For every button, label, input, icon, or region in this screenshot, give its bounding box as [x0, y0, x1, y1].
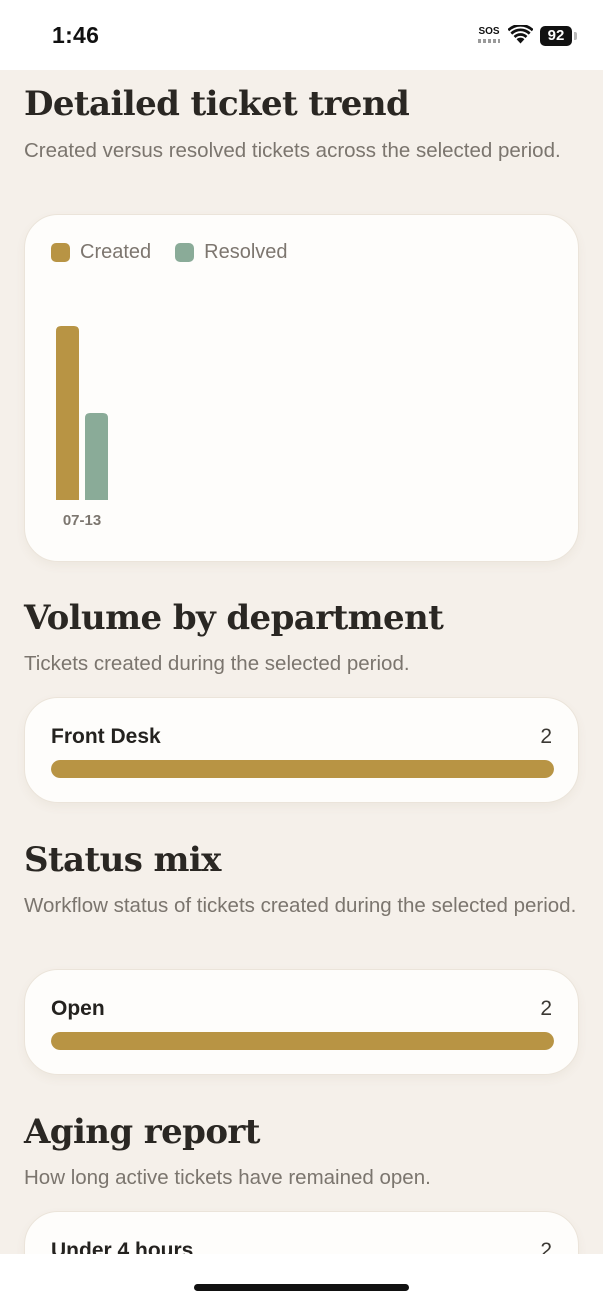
battery-icon: 92 — [540, 26, 572, 46]
sos-indicator: SOS — [478, 27, 500, 43]
status-bar-fill — [51, 1032, 554, 1050]
aging-row-value: 2 — [540, 1239, 552, 1254]
sos-label: SOS — [478, 26, 500, 37]
x-tick-label: 07-13 — [63, 512, 101, 529]
department-subtitle: Tickets created during the selected peri… — [24, 652, 410, 675]
bottom-safe-area — [0, 1254, 603, 1304]
status-subtitle: Workflow status of tickets created durin… — [24, 894, 577, 917]
department-row-label: Front Desk — [51, 725, 161, 748]
department-title: Volume by department — [24, 598, 444, 638]
screen: 1:46 SOS 92 Detailed ticket trend Create… — [0, 0, 603, 1304]
aging-card: Under 4 hours 2 — [24, 1211, 579, 1254]
aging-title: Aging report — [24, 1112, 260, 1152]
status-bar: 1:46 SOS 92 — [0, 0, 603, 70]
department-bar-track — [51, 760, 554, 778]
status-bar-track — [51, 1032, 554, 1050]
aging-row-label: Under 4 hours — [51, 1239, 194, 1254]
status-row-label: Open — [51, 997, 105, 1020]
trend-subtitle: Created versus resolved tickets across t… — [24, 139, 561, 162]
home-indicator[interactable] — [194, 1284, 409, 1291]
status-row-value: 2 — [540, 997, 552, 1020]
department-row-value: 2 — [540, 725, 552, 748]
status-card: Open 2 — [24, 969, 579, 1075]
status-title: Status mix — [24, 840, 221, 880]
battery-cap — [574, 32, 577, 40]
department-card: Front Desk 2 — [24, 697, 579, 803]
department-bar-fill — [51, 760, 554, 778]
trend-bar-chart: 07-13 — [56, 326, 108, 529]
trend-chart-card: Created Resolved 07-13 — [24, 214, 579, 562]
scroll-content[interactable]: Detailed ticket trend Created versus res… — [0, 70, 603, 1254]
bar-created-07-13 — [56, 326, 79, 500]
wifi-icon — [508, 25, 533, 44]
bar-resolved-07-13 — [85, 413, 108, 500]
aging-subtitle: How long active tickets have remained op… — [24, 1166, 431, 1189]
status-time: 1:46 — [52, 22, 100, 48]
trend-title: Detailed ticket trend — [24, 84, 410, 124]
cellular-dots-icon — [478, 39, 500, 43]
